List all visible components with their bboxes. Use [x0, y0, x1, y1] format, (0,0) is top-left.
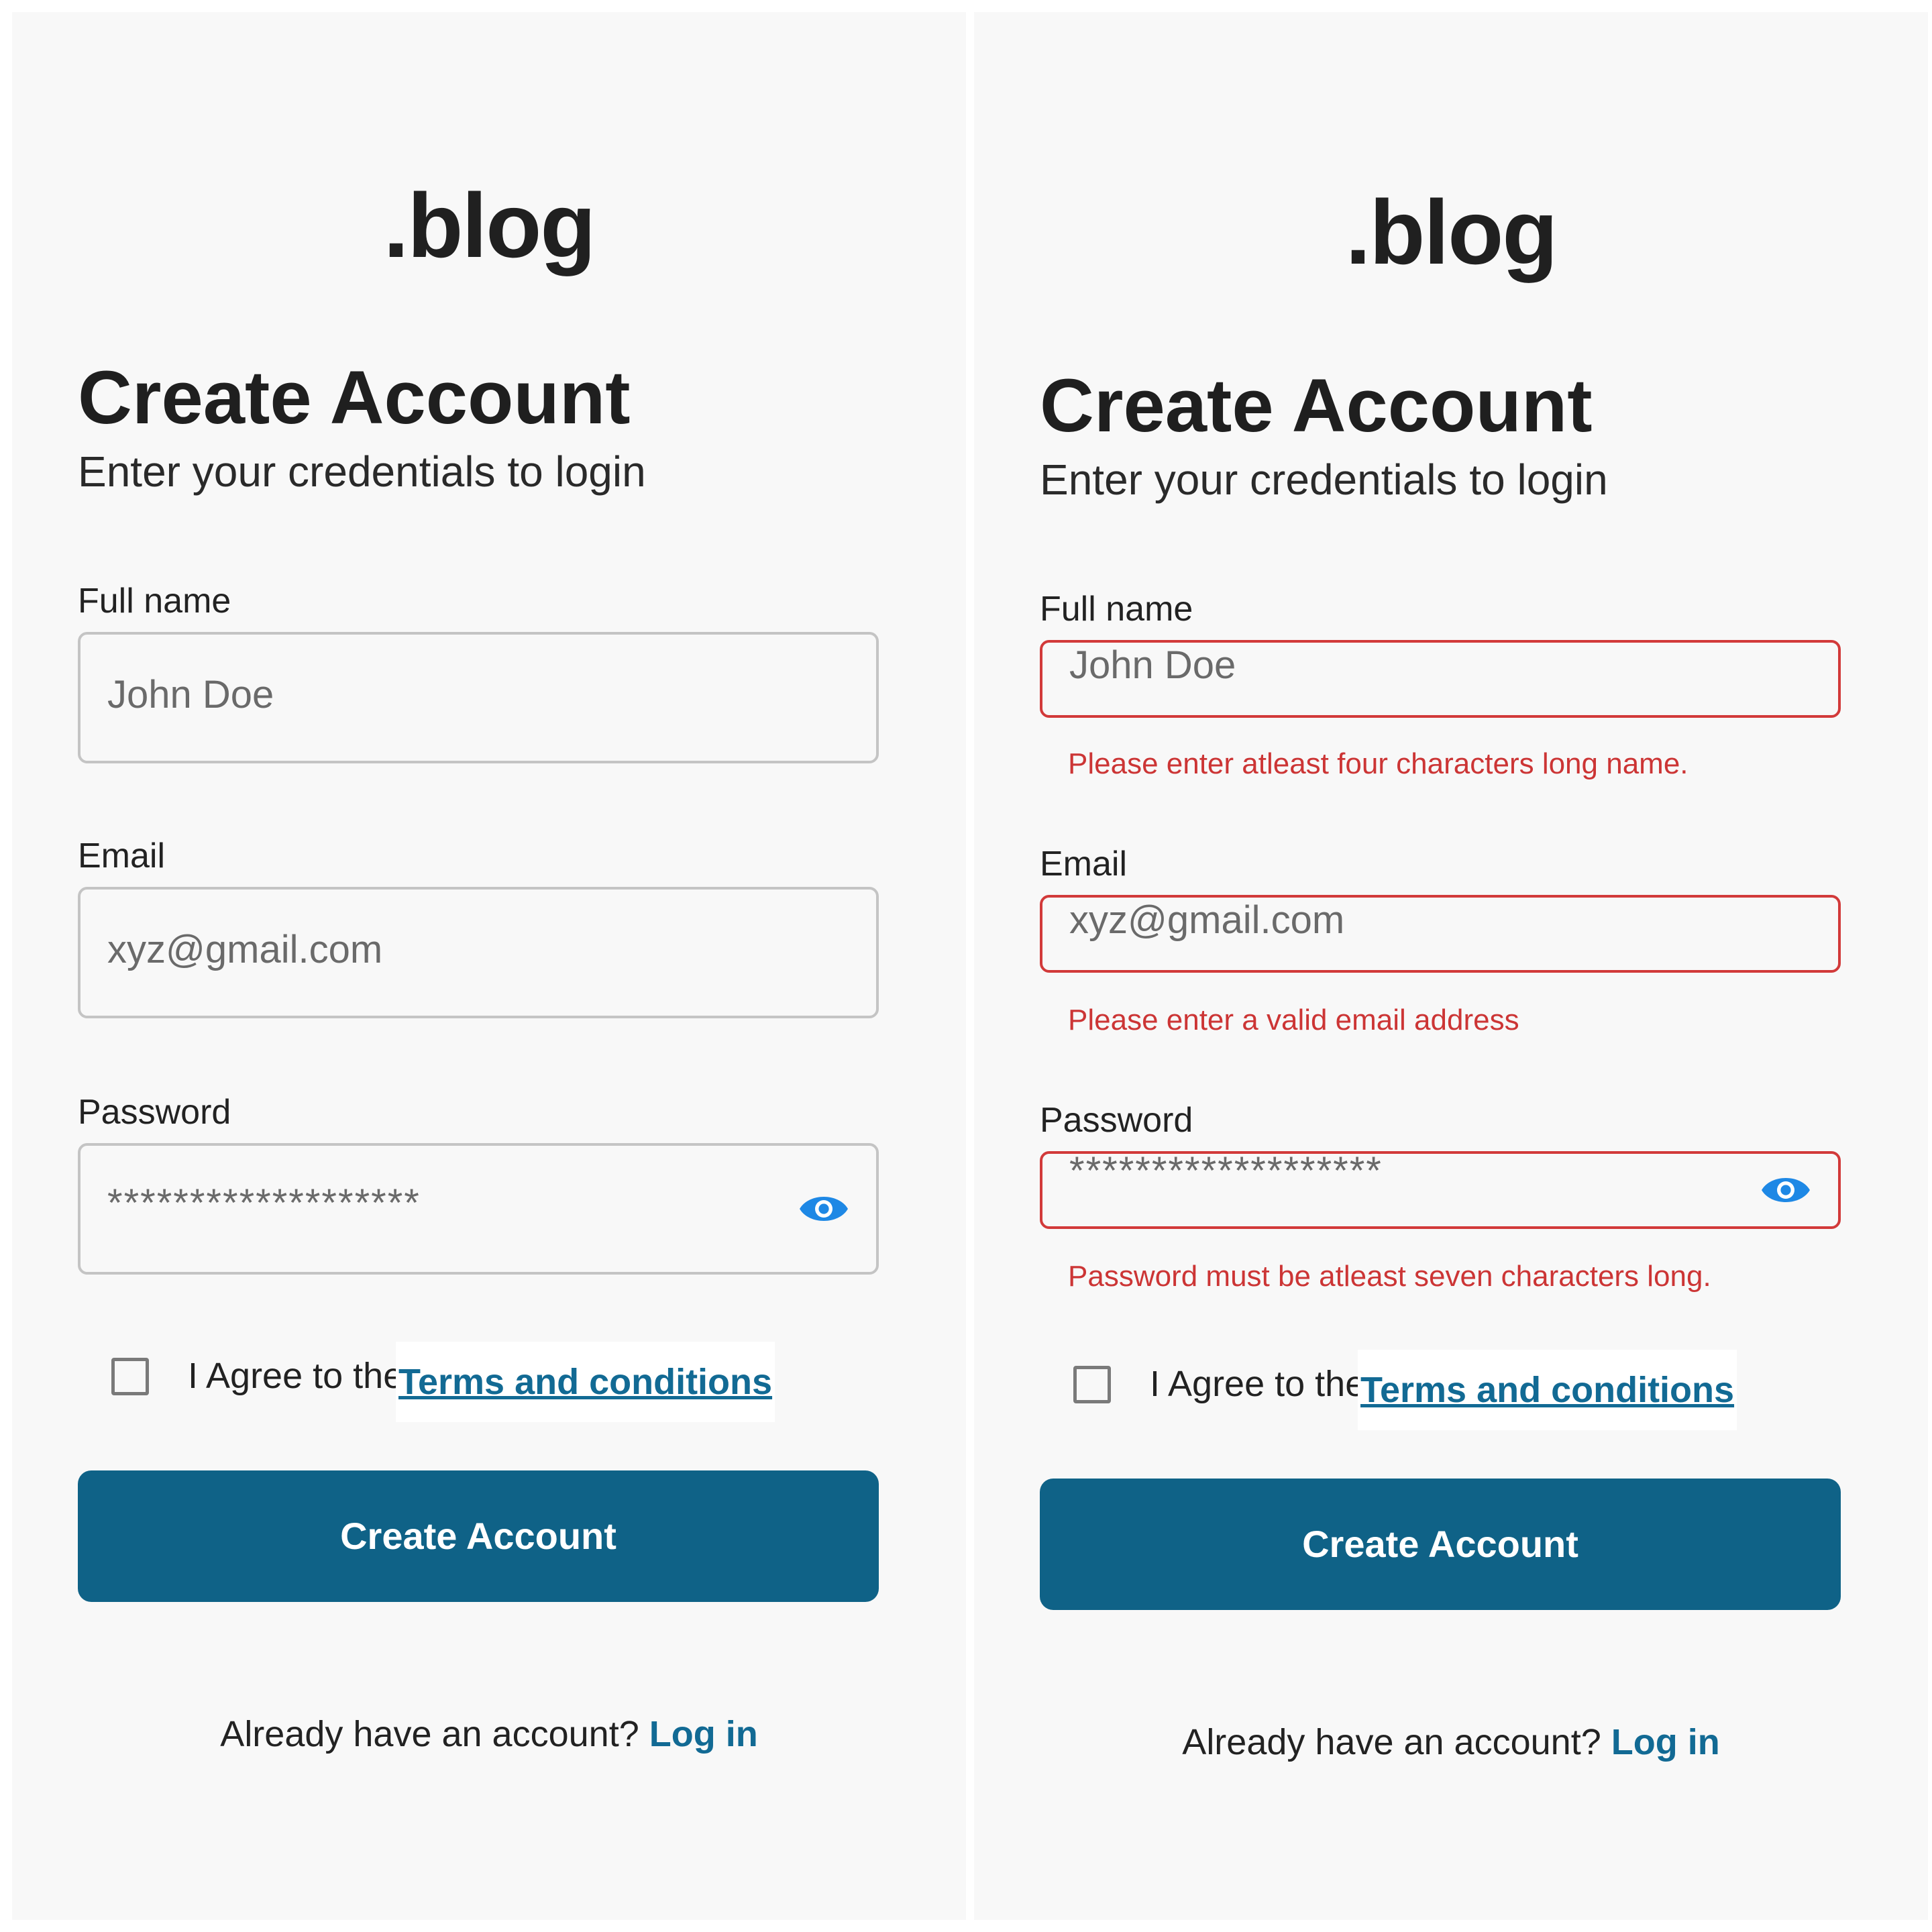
password-label: Password [1040, 1101, 1193, 1140]
create-account-button[interactable]: Create Account [78, 1470, 879, 1602]
login-prompt: Already have an account? Log in [974, 1721, 1928, 1763]
agree-row: I Agree to the Terms and conditions [111, 1342, 782, 1422]
page-subtitle: Enter your credentials to login [1040, 455, 1608, 504]
login-link[interactable]: Log in [649, 1714, 758, 1754]
terms-link[interactable]: Terms and conditions [1358, 1350, 1737, 1430]
full-name-error: Please enter atleast four characters lon… [1068, 747, 1688, 780]
full-name-placeholder: John Doe [1069, 643, 1236, 687]
agree-text: I Agree to the [188, 1356, 404, 1396]
full-name-input[interactable]: John Doe [78, 632, 879, 763]
create-account-button[interactable]: Create Account [1040, 1479, 1841, 1610]
password-input[interactable]: ******************* [1040, 1149, 1841, 1229]
eye-icon[interactable] [797, 1189, 851, 1229]
agree-checkbox[interactable] [111, 1358, 149, 1395]
login-link[interactable]: Log in [1611, 1722, 1720, 1762]
full-name-label: Full name [1040, 590, 1193, 629]
page-title: Create Account [78, 356, 631, 439]
terms-link[interactable]: Terms and conditions [396, 1342, 775, 1422]
logo: .blog [1345, 181, 1558, 283]
full-name-placeholder: John Doe [107, 673, 274, 716]
full-name-input[interactable]: John Doe [1040, 640, 1841, 718]
eye-icon[interactable] [1759, 1170, 1813, 1210]
agree-row: I Agree to the Terms and conditions [1073, 1350, 1744, 1430]
page-title: Create Account [1040, 364, 1593, 447]
email-placeholder: xyz@gmail.com [1069, 898, 1345, 942]
email-input[interactable]: xyz@gmail.com [78, 887, 879, 1018]
logo: .blog [383, 174, 596, 276]
email-label: Email [1040, 845, 1128, 883]
signup-screen-errors: .blog Create Account Enter your credenti… [974, 12, 1928, 1920]
email-input[interactable]: xyz@gmail.com [1040, 895, 1841, 973]
signup-screen-default: .blog Create Account Enter your credenti… [12, 12, 966, 1920]
login-prompt: Already have an account? Log in [12, 1713, 966, 1755]
password-value: ******************* [107, 1181, 421, 1225]
email-placeholder: xyz@gmail.com [107, 928, 383, 971]
password-error: Password must be atleast seven character… [1068, 1260, 1711, 1293]
email-label: Email [78, 837, 166, 875]
password-value: ******************* [1069, 1149, 1383, 1193]
full-name-label: Full name [78, 582, 231, 621]
page-subtitle: Enter your credentials to login [78, 447, 646, 496]
agree-text: I Agree to the [1150, 1364, 1366, 1404]
password-input[interactable]: ******************* [78, 1143, 879, 1275]
login-prompt-text: Already have an account? [1182, 1722, 1601, 1762]
login-prompt-text: Already have an account? [220, 1714, 639, 1754]
password-label: Password [78, 1093, 231, 1132]
email-error: Please enter a valid email address [1068, 1004, 1519, 1036]
agree-checkbox[interactable] [1073, 1366, 1111, 1403]
